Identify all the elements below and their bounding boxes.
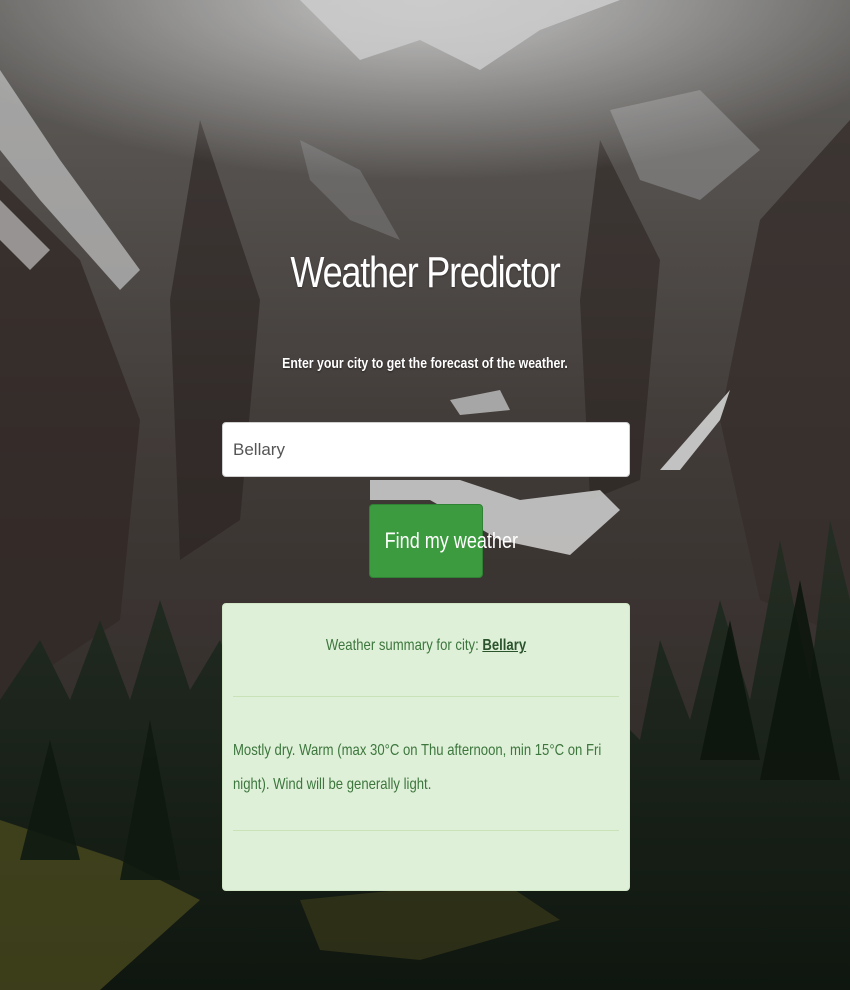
find-weather-button[interactable]: Find my weather	[369, 504, 518, 578]
divider	[233, 696, 619, 697]
city-input[interactable]	[222, 422, 630, 477]
summary-prefix: Weather summary for city:	[325, 637, 479, 654]
page-title: Weather Predictor	[290, 248, 560, 297]
find-weather-button-label: Find my weather	[384, 528, 518, 553]
weather-summary-heading: Weather summary for city: Bellary	[260, 637, 593, 655]
summary-city-name: Bellary	[482, 637, 527, 654]
page-subtitle: Enter your city to get the forecast of t…	[282, 355, 568, 372]
page-content: Weather Predictor Enter your city to get…	[0, 0, 850, 990]
divider	[233, 830, 619, 831]
forecast-text: Mostly dry. Warm (max 30°C on Thu aftern…	[233, 742, 602, 793]
weather-result-panel: Weather summary for city: Bellary Mostly…	[222, 603, 630, 891]
